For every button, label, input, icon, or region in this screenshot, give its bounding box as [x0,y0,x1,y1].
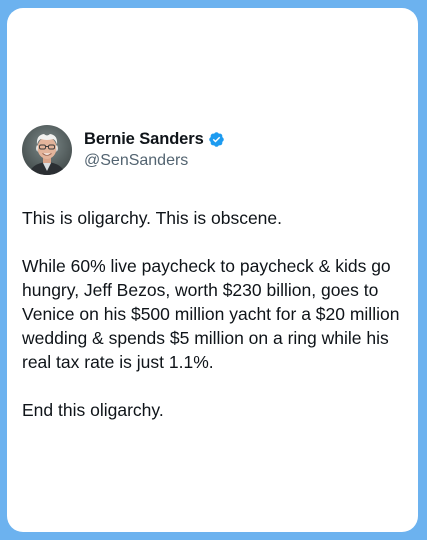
post-paragraph: This is oligarchy. This is obscene. [22,208,283,228]
avatar-portrait-icon [22,125,72,175]
post-paragraph: End this oligarchy. [22,400,164,420]
avatar[interactable] [22,125,72,175]
verified-badge-icon[interactable] [208,131,225,148]
author-display-name[interactable]: Bernie Sanders [84,130,204,149]
post-paragraph: While 60% live paycheck to paycheck & ki… [22,256,400,372]
author-name-row: Bernie Sanders [84,130,225,149]
author-handle[interactable]: @SenSanders [84,152,225,170]
post-header: Bernie Sanders @SenSanders [22,125,225,175]
post-card: Bernie Sanders @SenSanders This is oliga… [7,8,418,532]
post-body: This is oligarchy. This is obscene. Whil… [22,206,420,422]
author-info: Bernie Sanders @SenSanders [84,130,225,170]
